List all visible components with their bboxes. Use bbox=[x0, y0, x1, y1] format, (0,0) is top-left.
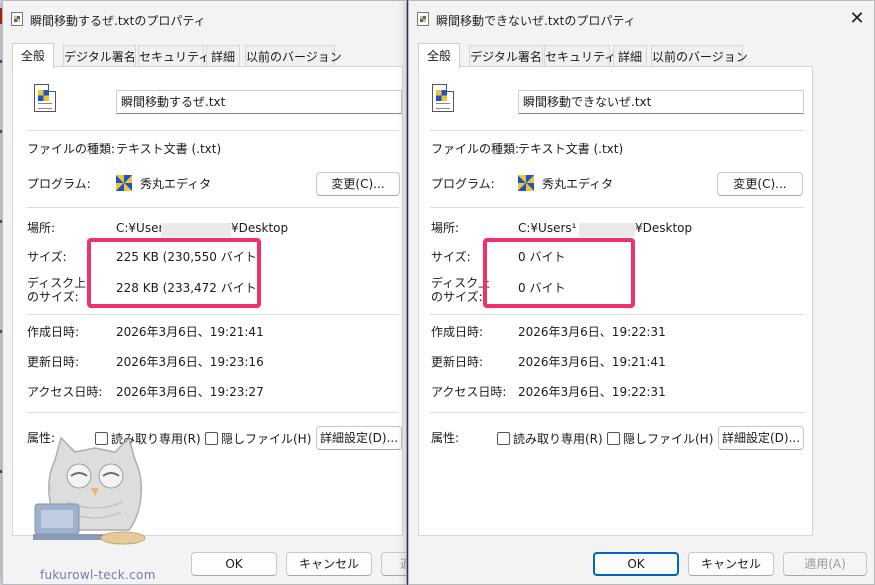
tab-details[interactable]: 詳細 bbox=[206, 45, 240, 67]
hidden-checkbox[interactable] bbox=[205, 432, 218, 445]
tab-previous-versions[interactable]: 以前のバージョン bbox=[651, 45, 748, 67]
tab-digital-signature[interactable]: デジタル署名 bbox=[469, 45, 543, 67]
file-type-value: テキスト文書 (.txt) bbox=[116, 142, 222, 156]
text-file-icon bbox=[34, 84, 56, 112]
notepad-file-icon bbox=[11, 12, 23, 26]
modified-value: 2026年3月6日、19:23:16 bbox=[116, 355, 264, 369]
highlight-box bbox=[483, 238, 635, 308]
properties-window-2[interactable]: 瞬間移動できないぜ.txtのプロパティ ✕ 全般 デジタル署名 セキュリティ 詳… bbox=[408, 0, 875, 585]
location-label: 場所: bbox=[27, 221, 56, 235]
location-desktop: ¥Desktop bbox=[635, 221, 693, 235]
accessed-label: アクセス日時: bbox=[27, 385, 103, 399]
tab-general[interactable]: 全般 bbox=[418, 43, 460, 69]
hidden-checkbox[interactable] bbox=[607, 432, 620, 445]
cancel-button[interactable]: キャンセル bbox=[286, 552, 372, 576]
hidemaru-editor-icon bbox=[518, 175, 534, 191]
program-label: プログラム: bbox=[27, 177, 91, 191]
location-value: C:¥User bbox=[116, 221, 164, 235]
apply-button[interactable]: 適 bbox=[381, 552, 406, 576]
accessed-value: 2026年3月6日、19:23:27 bbox=[116, 385, 264, 399]
separator bbox=[430, 314, 804, 315]
close-icon[interactable]: ✕ bbox=[844, 7, 870, 31]
tab-security[interactable]: セキュリティ bbox=[544, 45, 616, 67]
separator bbox=[27, 130, 399, 131]
ok-button[interactable]: OK bbox=[191, 552, 277, 576]
created-label: 作成日時: bbox=[431, 325, 484, 339]
advanced-attributes-button[interactable]: 詳細設定(D)... bbox=[718, 426, 804, 450]
change-program-button[interactable]: 変更(C)... bbox=[316, 172, 400, 196]
separator bbox=[430, 130, 804, 131]
file-name-input[interactable]: 瞬間移動するぜ.txt bbox=[116, 90, 402, 114]
modified-label: 更新日時: bbox=[431, 355, 484, 369]
created-label: 作成日時: bbox=[27, 325, 80, 339]
tab-details[interactable]: 詳細 bbox=[613, 45, 647, 67]
size-on-disk-label-line2: のサイズ: bbox=[27, 290, 79, 304]
owl-mascot-icon bbox=[33, 436, 146, 545]
separator bbox=[430, 207, 804, 208]
location-value: C:¥Users¹ bbox=[518, 221, 577, 235]
accessed-label: アクセス日時: bbox=[431, 385, 507, 399]
size-on-disk-label-line1: ディスク上 bbox=[27, 276, 87, 290]
cancel-button[interactable]: キャンセル bbox=[688, 552, 774, 576]
file-type-label: ファイルの種類: bbox=[27, 142, 116, 156]
tab-general[interactable]: 全般 bbox=[12, 43, 54, 69]
modified-label: 更新日時: bbox=[27, 355, 80, 369]
created-value: 2026年3月6日、19:22:31 bbox=[518, 325, 666, 339]
change-program-button[interactable]: 変更(C)... bbox=[717, 172, 803, 196]
text-file-icon bbox=[432, 84, 454, 112]
window-title: 瞬間移動できないぜ.txtのプロパティ bbox=[436, 14, 636, 28]
highlight-box bbox=[87, 238, 261, 308]
location-desktop: ¥Desktop bbox=[231, 221, 289, 235]
separator bbox=[27, 314, 399, 315]
size-on-disk-label-line2: のサイズ: bbox=[431, 290, 483, 304]
advanced-attributes-button[interactable]: 詳細設定(D)... bbox=[316, 426, 402, 450]
ok-button[interactable]: OK bbox=[593, 552, 679, 576]
tab-strip: 全般 デジタル署名 セキュリティ 詳細 以前のバージョン bbox=[418, 43, 874, 69]
redacted-username bbox=[579, 223, 635, 237]
program-label: プログラム: bbox=[431, 177, 495, 191]
redacted-username bbox=[161, 223, 231, 237]
file-name-input[interactable]: 瞬間移動できないぜ.txt bbox=[518, 90, 804, 114]
location-label: 場所: bbox=[431, 221, 460, 235]
tab-security[interactable]: セキュリティ bbox=[138, 45, 210, 67]
tab-previous-versions[interactable]: 以前のバージョン bbox=[245, 45, 342, 67]
program-value: 秀丸エディタ bbox=[542, 177, 614, 191]
tab-strip: 全般 デジタル署名 セキュリティ 詳細 以前のバージョン bbox=[12, 43, 406, 69]
separator bbox=[430, 412, 804, 413]
size-label: サイズ: bbox=[27, 250, 67, 264]
separator bbox=[27, 412, 399, 413]
site-watermark: fukurowl-teck.com bbox=[40, 568, 156, 582]
apply-button[interactable]: 適用(A) bbox=[783, 552, 867, 576]
window-title: 瞬間移動するぜ.txtのプロパティ bbox=[30, 14, 206, 28]
created-value: 2026年3月6日、19:21:41 bbox=[116, 325, 264, 339]
modified-value: 2026年3月6日、19:21:41 bbox=[518, 355, 666, 369]
program-value: 秀丸エディタ bbox=[140, 177, 212, 191]
attributes-label: 属性: bbox=[431, 431, 460, 445]
hidden-checkbox-label[interactable]: 隠しファイル(H) bbox=[221, 432, 311, 446]
hidden-checkbox-label[interactable]: 隠しファイル(H) bbox=[623, 432, 713, 446]
tab-digital-signature[interactable]: デジタル署名 bbox=[63, 45, 136, 67]
accessed-value: 2026年3月6日、19:22:31 bbox=[518, 385, 666, 399]
notepad-file-icon bbox=[417, 12, 429, 26]
readonly-checkbox-label[interactable]: 読み取り専用(R) bbox=[513, 432, 603, 446]
separator bbox=[27, 207, 399, 208]
file-type-label: ファイルの種類: bbox=[431, 142, 520, 156]
hidemaru-editor-icon bbox=[116, 175, 132, 191]
title-bar[interactable]: 瞬間移動するぜ.txtのプロパティ bbox=[3, 1, 406, 39]
size-on-disk-label-line1: ディスク上 bbox=[431, 276, 491, 290]
title-bar[interactable]: 瞬間移動できないぜ.txtのプロパティ ✕ bbox=[409, 1, 874, 39]
readonly-checkbox[interactable] bbox=[497, 432, 510, 445]
size-label: サイズ: bbox=[431, 250, 471, 264]
file-type-value: テキスト文書 (.txt) bbox=[518, 142, 624, 156]
